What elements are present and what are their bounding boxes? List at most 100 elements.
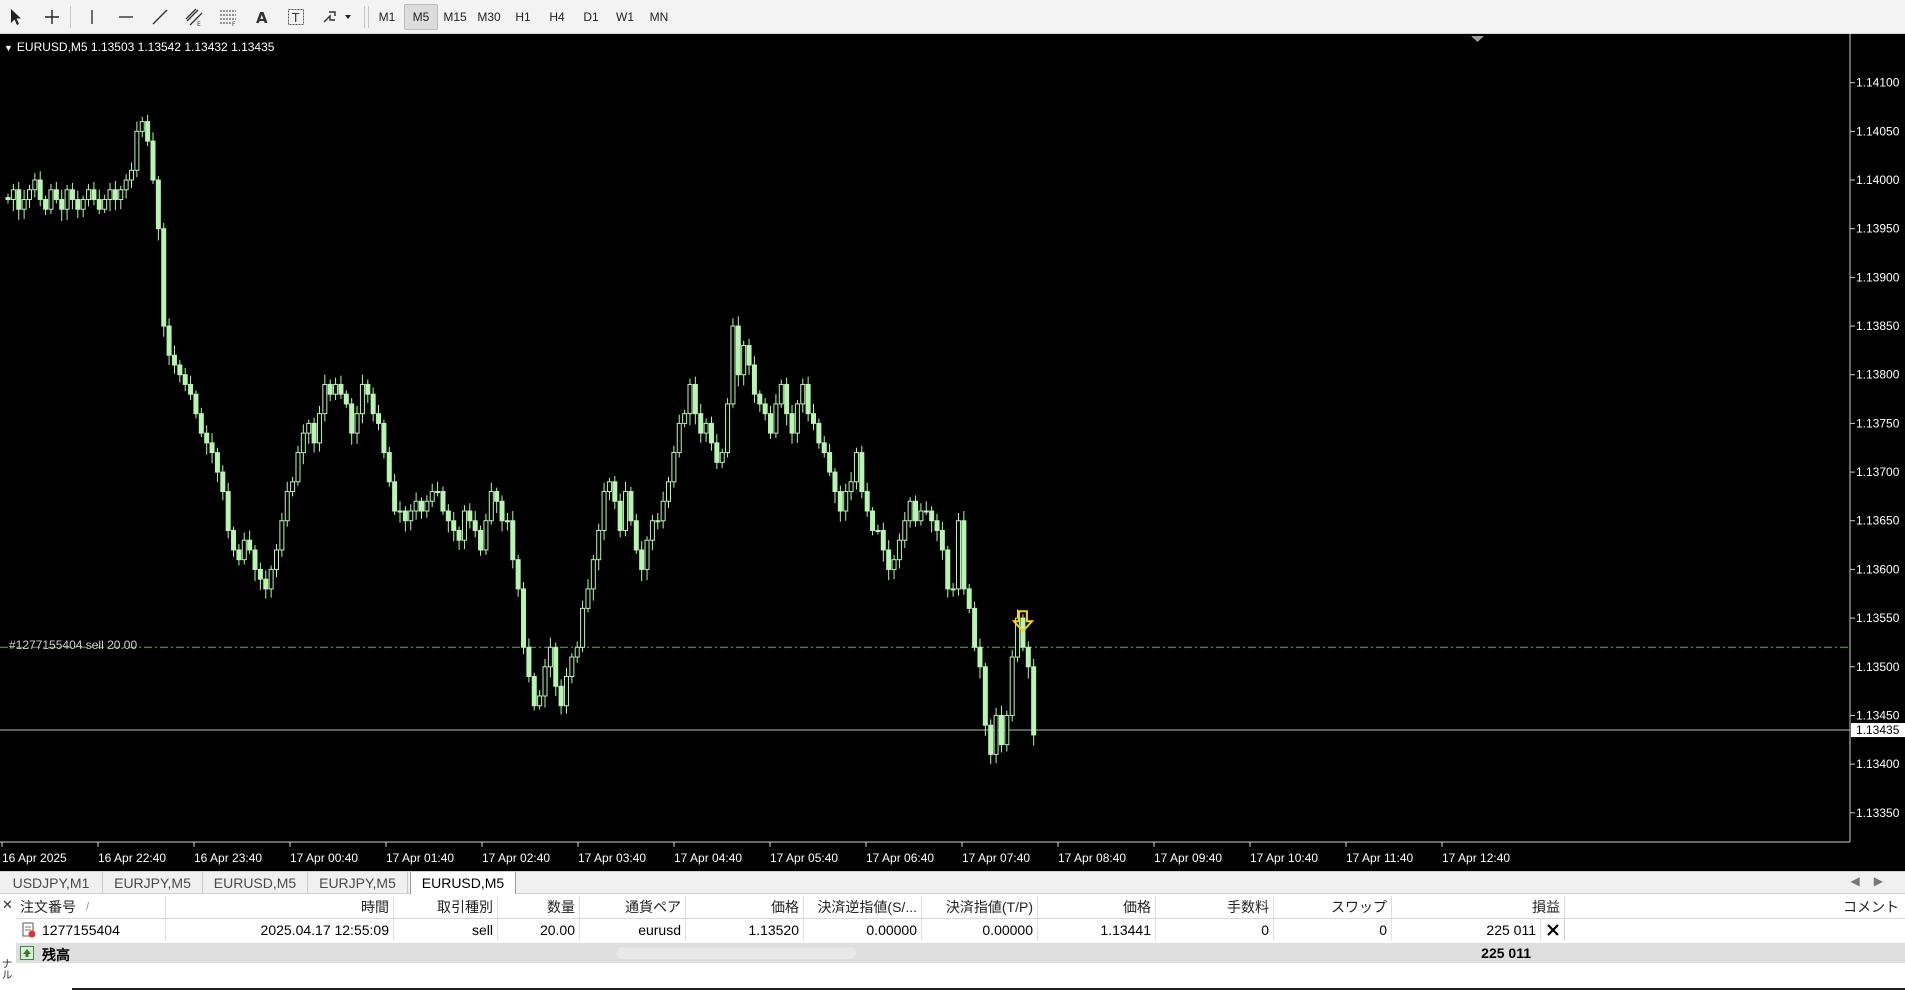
candle-body <box>161 228 167 327</box>
close-icon[interactable]: ✕ <box>2 897 13 913</box>
candle-body <box>923 510 929 513</box>
crosshair-icon[interactable] <box>38 4 66 30</box>
timeframe-m30-button[interactable]: M30 <box>472 4 506 30</box>
candle-body <box>859 452 865 493</box>
candle-body <box>596 529 602 561</box>
candle-body <box>719 452 725 463</box>
col-swap[interactable]: スワップ <box>1274 896 1392 918</box>
current-price-label: 1.13435 <box>1856 723 1900 737</box>
candle-body <box>236 549 242 561</box>
close-order-icon[interactable] <box>1541 919 1565 941</box>
tab-scroll-right-icon[interactable]: ▶ <box>1874 874 1897 888</box>
terminal-header: 注文番号 / 時間 取引種別 数量 通貨ペア 価格 決済逆指値(S/... 決済指… <box>16 896 1905 919</box>
candle-body <box>193 393 199 415</box>
candle-body <box>43 198 49 210</box>
timeframe-m1-button[interactable]: M1 <box>370 4 404 30</box>
timeframe-mn-button[interactable]: MN <box>642 4 676 30</box>
timeframe-h1-button[interactable]: H1 <box>506 4 540 30</box>
candle-body <box>972 607 978 648</box>
profit-cell: 225 011 <box>1392 919 1541 941</box>
time-tick-label: 17 Apr 11:40 <box>1346 851 1413 865</box>
candle-body <box>241 539 247 561</box>
candle-body <box>214 452 220 473</box>
candle-body <box>225 491 231 531</box>
candle-body <box>268 568 274 590</box>
col-volume[interactable]: 数量 <box>498 896 580 918</box>
price-chart[interactable]: 1.14100 1.14050 1.14000 1.13950 1.13900 1.138… <box>0 34 1905 871</box>
timeframe-m5-button[interactable]: M5 <box>404 4 438 30</box>
trendline-icon[interactable] <box>146 4 174 30</box>
price-tick-label: 1.13850 <box>1856 319 1900 333</box>
cursor-icon[interactable] <box>2 4 30 30</box>
col-comment[interactable]: コメント <box>1565 896 1903 918</box>
price-tick-label: 1.13800 <box>1856 368 1900 382</box>
equidistant-channel-icon[interactable]: E <box>180 4 208 30</box>
tab-eurjpy-m5[interactable]: EURJPY,M5 <box>103 872 203 893</box>
terminal-side-tab[interactable]: ナル <box>0 958 14 991</box>
sl-cell[interactable]: 0.00000 <box>804 919 922 941</box>
candle-body <box>386 452 392 483</box>
table-row[interactable]: 1277155404 2025.04.17 12:55:09 sell 20.0… <box>16 919 1905 941</box>
candle-body <box>929 510 935 522</box>
text-icon[interactable]: A <box>248 4 276 30</box>
col-current-price[interactable]: 価格 <box>1038 896 1156 918</box>
candle-body <box>370 393 376 415</box>
candle-body <box>461 510 467 541</box>
candle-body <box>402 510 408 522</box>
time-cell: 2025.04.17 12:55:09 <box>166 919 394 941</box>
col-type[interactable]: 取引種別 <box>394 896 498 918</box>
tab-eurjpy-m5-2[interactable]: EURJPY,M5 <box>308 872 408 893</box>
candle-body <box>354 413 360 434</box>
vertical-line-icon[interactable] <box>78 4 106 30</box>
timeframe-h4-button[interactable]: H4 <box>540 4 574 30</box>
col-sl[interactable]: 決済逆指値(S/... <box>804 896 922 918</box>
fibonacci-icon[interactable]: F <box>214 4 242 30</box>
volume-cell: 20.00 <box>498 919 580 941</box>
candle-body <box>993 714 999 755</box>
order-cell: 1277155404 <box>16 919 166 941</box>
candle-body <box>21 198 27 210</box>
timeframe-d1-button[interactable]: D1 <box>574 4 608 30</box>
candle-body <box>837 491 843 512</box>
timeframe-w1-button[interactable]: W1 <box>608 4 642 30</box>
col-symbol[interactable]: 通貨ペア <box>580 896 686 918</box>
candle-body <box>746 345 752 366</box>
svg-text:A: A <box>256 9 268 26</box>
candlestick-chart-canvas[interactable]: 1.14100 1.14050 1.14000 1.13950 1.13900 1.138… <box>0 34 1905 871</box>
time-tick-label: 17 Apr 00:40 <box>290 851 358 865</box>
type-cell: sell <box>394 919 498 941</box>
candle-body <box>526 646 532 678</box>
candle-body <box>902 520 908 541</box>
horizontal-line-icon[interactable] <box>112 4 140 30</box>
candle-body <box>521 588 527 648</box>
col-time[interactable]: 時間 <box>166 896 394 918</box>
col-tp[interactable]: 決済指値(T/P) <box>922 896 1038 918</box>
time-tick-label: 16 Apr 2025 <box>2 851 67 865</box>
col-price[interactable]: 価格 <box>686 896 804 918</box>
candle-body <box>891 559 897 570</box>
candle-body <box>639 549 645 570</box>
collapse-triangle-icon[interactable]: ▼ <box>4 43 13 53</box>
tab-usdjpy-m1[interactable]: USDJPY,M1 <box>0 872 103 893</box>
candle-body <box>86 189 92 200</box>
candle-body <box>510 520 516 561</box>
col-profit[interactable]: 損益 <box>1392 896 1565 918</box>
timeframe-m15-button[interactable]: M15 <box>438 4 472 30</box>
candle-body <box>96 198 102 210</box>
tp-cell[interactable]: 0.00000 <box>922 919 1038 941</box>
order-line-label[interactable]: #1277155404 sell 20.00 <box>9 638 137 652</box>
tab-scroll-left-icon[interactable]: ◀ <box>1851 874 1874 888</box>
tab-scroll-arrows[interactable]: ◀▶ <box>1851 874 1897 888</box>
time-tick-label: 17 Apr 12:40 <box>1442 851 1510 865</box>
balance-summary-placeholder <box>616 947 856 959</box>
text-label-icon[interactable]: T <box>282 4 310 30</box>
col-commission[interactable]: 手数料 <box>1156 896 1274 918</box>
candle-body <box>580 607 586 648</box>
arrows-icon[interactable] <box>318 4 358 30</box>
col-order[interactable]: 注文番号 / <box>16 896 166 918</box>
tab-eurusd-m5-active[interactable]: EURUSD,M5 <box>410 872 516 895</box>
candle-body <box>69 189 75 200</box>
symbol-cell: eurusd <box>580 919 686 941</box>
tab-eurusd-m5[interactable]: EURUSD,M5 <box>203 872 308 893</box>
candle-body <box>123 179 129 191</box>
